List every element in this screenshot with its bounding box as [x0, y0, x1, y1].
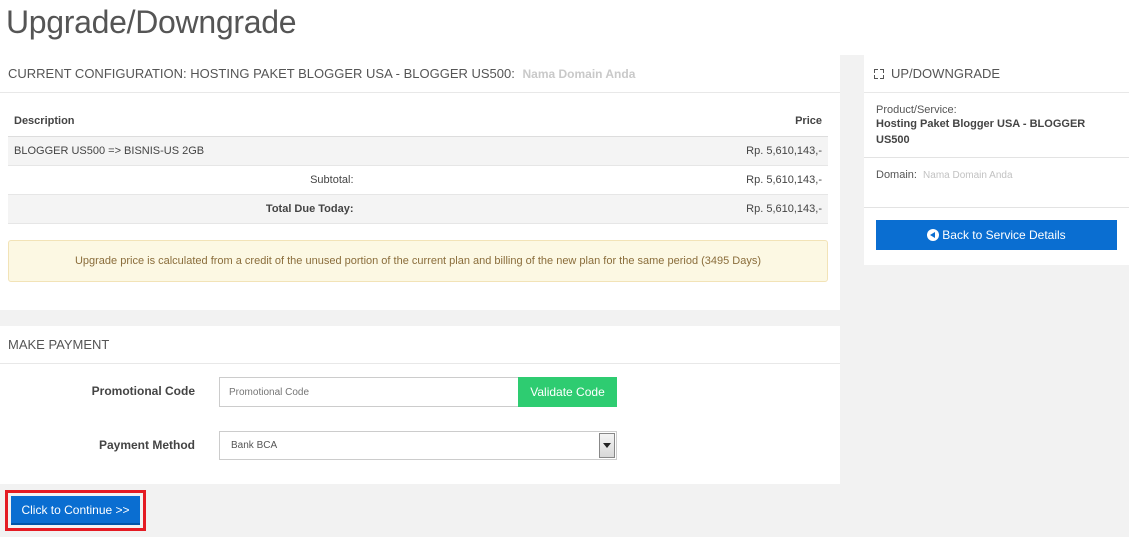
page-title: Upgrade/Downgrade — [6, 4, 297, 40]
sidebar-heading: UP/DOWNGRADE — [864, 55, 1129, 93]
arrow-circle-left-icon — [927, 229, 940, 241]
upgrade-sidebar: UP/DOWNGRADE Product/Service: Hosting Pa… — [864, 55, 1129, 265]
product-service-block: Product/Service: Hosting Paket Blogger U… — [864, 93, 1129, 158]
domain-label: Domain: — [876, 169, 917, 181]
promo-code-input[interactable] — [219, 377, 519, 407]
config-heading-text: CURRENT CONFIGURATION: HOSTING PAKET BLO… — [8, 66, 515, 81]
payment-heading: MAKE PAYMENT — [0, 326, 840, 364]
product-service-value: Hosting Paket Blogger USA - BLOGGER US50… — [876, 118, 1086, 146]
column-header-description: Description — [8, 106, 689, 137]
table-header-row: Description Price — [8, 106, 828, 137]
table-row-total: Total Due Today: Rp. 5,610,143,- — [8, 194, 828, 224]
back-to-service-details-button[interactable]: Back to Service Details — [876, 220, 1117, 250]
promo-code-label: Promotional Code — [91, 384, 195, 398]
make-payment-panel: MAKE PAYMENT Promotional Code Validate C… — [0, 326, 840, 484]
table-row-subtotal: Subtotal: Rp. 5,610,143,- — [8, 165, 828, 195]
domain-value: Nama Domain Anda — [923, 170, 1013, 181]
item-price: Rp. 5,610,143,- — [688, 136, 828, 166]
subtotal-value: Rp. 5,610,143,- — [688, 165, 828, 195]
back-button-label: Back to Service Details — [942, 228, 1066, 242]
continue-highlight-box: Click to Continue >> — [5, 490, 146, 531]
upgrade-price-alert: Upgrade price is calculated from a credi… — [8, 240, 828, 282]
expand-icon — [874, 68, 884, 79]
sidebar-heading-text: UP/DOWNGRADE — [891, 66, 1001, 81]
chevron-down-icon[interactable] — [599, 433, 615, 458]
column-header-price: Price — [688, 106, 828, 137]
total-due-label: Total Due Today: — [8, 194, 689, 224]
item-description: BLOGGER US500 => BISNIS-US 2GB — [8, 136, 689, 166]
product-service-label: Product/Service: — [876, 104, 957, 116]
page-header: Upgrade/Downgrade — [0, 0, 1129, 55]
current-configuration-panel: CURRENT CONFIGURATION: HOSTING PAKET BLO… — [0, 55, 840, 310]
configuration-table: Description Price BLOGGER US500 => BISNI… — [8, 106, 828, 224]
payment-method-select[interactable]: Bank BCA — [219, 431, 617, 460]
domain-block: Domain: Nama Domain Anda — [864, 158, 1129, 208]
config-heading: CURRENT CONFIGURATION: HOSTING PAKET BLO… — [0, 55, 840, 93]
payment-method-value: Bank BCA — [231, 440, 278, 451]
total-due-value: Rp. 5,610,143,- — [688, 194, 828, 224]
subtotal-label: Subtotal: — [8, 165, 689, 195]
payment-method-label: Payment Method — [98, 438, 195, 452]
continue-button[interactable]: Click to Continue >> — [11, 496, 140, 525]
table-row: BLOGGER US500 => BISNIS-US 2GB Rp. 5,610… — [8, 136, 828, 166]
config-domain-hint: Nama Domain Anda — [522, 67, 636, 81]
validate-code-button[interactable]: Validate Code — [518, 377, 617, 407]
